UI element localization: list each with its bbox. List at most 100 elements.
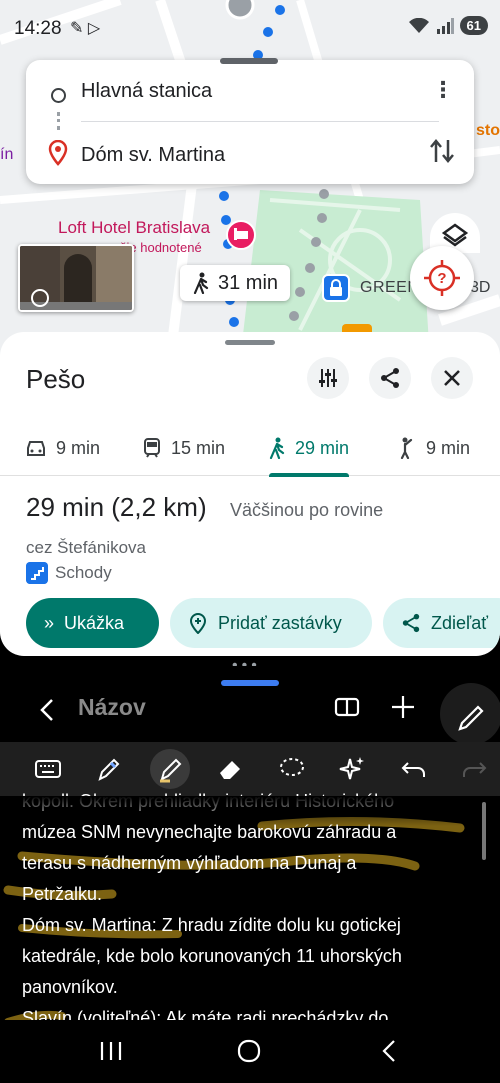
recent-apps-button[interactable] bbox=[94, 1036, 128, 1066]
destination-field[interactable]: Dóm sv. Martina bbox=[26, 130, 474, 180]
sheet-title: Pešo bbox=[26, 364, 86, 394]
share-icon bbox=[381, 368, 399, 388]
add-stops-label: Pridať zastávky bbox=[218, 612, 342, 633]
tab-car[interactable]: 9 min bbox=[26, 420, 100, 476]
recents-icon bbox=[100, 1042, 122, 1060]
tab-walk-label: 29 min bbox=[295, 437, 350, 458]
origin-field[interactable]: Hlavná stanica bbox=[26, 66, 474, 116]
tab-transit[interactable]: 15 min bbox=[143, 420, 225, 476]
map-view[interactable]: sto ín Loft Hotel Bratislava šie hodnote… bbox=[0, 0, 500, 360]
car-icon bbox=[27, 441, 45, 456]
lasso-tool[interactable] bbox=[276, 753, 308, 785]
back-icon bbox=[40, 699, 53, 721]
home-icon bbox=[237, 1039, 261, 1063]
close-icon bbox=[444, 370, 460, 386]
note-line: Petržalku. bbox=[22, 884, 103, 904]
map-label-orange: sto bbox=[476, 122, 500, 139]
route-via: cez Štefánikova bbox=[26, 538, 147, 557]
map-label-purple: ín bbox=[0, 146, 14, 163]
route-search-card: Hlavná stanica Dóm sv. Martina ⋮ bbox=[26, 58, 474, 184]
location-unknown-icon: ? bbox=[424, 260, 460, 296]
share-route-button[interactable] bbox=[369, 357, 411, 399]
status-time: 14:28 bbox=[14, 18, 62, 39]
home-button[interactable] bbox=[232, 1036, 266, 1066]
preview-label: Ukážka bbox=[64, 612, 125, 633]
tab-rideshare[interactable]: 9 min bbox=[398, 420, 470, 476]
highlighter-icon bbox=[160, 758, 182, 783]
stairs-label: Schody bbox=[55, 563, 112, 582]
sheet-drag-handle[interactable] bbox=[225, 340, 275, 345]
hail-icon bbox=[400, 437, 413, 459]
eraser-tool[interactable] bbox=[214, 753, 246, 785]
keyboard-tool[interactable] bbox=[32, 753, 64, 785]
active-tab-indicator bbox=[269, 473, 350, 477]
tab-walk[interactable]: 29 min bbox=[269, 420, 350, 477]
add-stops-button[interactable]: Pridať zastávky bbox=[170, 598, 372, 648]
my-location-button[interactable]: ? bbox=[410, 246, 474, 310]
back-nav-icon bbox=[382, 1040, 395, 1062]
book-icon bbox=[334, 697, 360, 717]
note-line: terasu s nádherným výhľadom na Dunaj a bbox=[22, 853, 357, 873]
tab-rideshare-label: 9 min bbox=[426, 437, 471, 458]
notes-header: Názov bbox=[0, 686, 500, 742]
notes-app: Názov múzea SNM nevynechajte barokovú zá… bbox=[0, 666, 500, 1020]
share-button[interactable]: Zdieľať bbox=[383, 598, 500, 648]
plus-icon bbox=[392, 696, 414, 718]
pen-tool[interactable] bbox=[92, 753, 124, 785]
close-button[interactable] bbox=[431, 357, 473, 399]
directions-sheet: Pešo 9 min 15 min 29 min 9 min 29 min (2… bbox=[0, 332, 500, 656]
add-button[interactable] bbox=[386, 690, 420, 724]
note-line: Slavín (voliteľné): Ak máte radi prechád… bbox=[22, 1008, 389, 1020]
add-location-icon bbox=[189, 612, 207, 634]
swap-icon[interactable] bbox=[428, 136, 456, 166]
redo-button[interactable] bbox=[458, 753, 490, 785]
battery-indicator: 61 bbox=[459, 16, 488, 35]
card-handle[interactable] bbox=[220, 58, 278, 64]
lasso-icon bbox=[280, 758, 304, 776]
preview-icon: » bbox=[44, 612, 55, 633]
hotel-label[interactable]: Loft Hotel Bratislava bbox=[58, 218, 210, 238]
hotel-pin-icon[interactable] bbox=[226, 220, 256, 250]
undo-icon bbox=[401, 762, 425, 777]
status-notification-icons: ✎ ▷ bbox=[70, 20, 101, 37]
walk-time-bubble[interactable]: 31 min bbox=[180, 265, 290, 301]
highlighter-tool[interactable] bbox=[150, 749, 190, 789]
note-title[interactable]: Názov bbox=[78, 694, 146, 721]
walking-icon bbox=[269, 437, 285, 459]
share-icon bbox=[402, 613, 420, 633]
book-view-button[interactable] bbox=[330, 690, 364, 724]
signal-icon bbox=[436, 17, 454, 34]
note-line: katedrále, kde bolo korunovaných 11 uhor… bbox=[22, 946, 402, 966]
lock-pin-icon[interactable] bbox=[322, 274, 350, 302]
pen-icon bbox=[458, 705, 484, 731]
stairs-icon bbox=[26, 562, 48, 584]
undo-button[interactable] bbox=[398, 753, 430, 785]
eraser-icon bbox=[220, 761, 240, 779]
train-icon bbox=[144, 438, 160, 458]
more-options-icon[interactable]: ⋮ bbox=[432, 76, 454, 104]
origin-text: Hlavná stanica bbox=[81, 80, 213, 102]
system-nav-bar bbox=[0, 1020, 500, 1083]
preview-button[interactable]: » Ukážka bbox=[26, 598, 159, 648]
pen-mode-button[interactable] bbox=[440, 683, 500, 745]
route-summary: 29 min (2,2 km) bbox=[26, 492, 207, 522]
tab-car-label: 9 min bbox=[56, 437, 101, 458]
tune-icon bbox=[319, 369, 337, 387]
share-label: Zdieľať bbox=[431, 612, 489, 633]
back-nav-button[interactable] bbox=[372, 1036, 406, 1066]
text-fade bbox=[0, 796, 500, 826]
scrollbar[interactable] bbox=[482, 802, 486, 860]
route-options-button[interactable] bbox=[307, 357, 349, 399]
keyboard-icon bbox=[35, 760, 61, 778]
destination-pin-icon bbox=[48, 140, 68, 166]
sparkle-icon bbox=[339, 757, 364, 780]
back-button[interactable] bbox=[36, 692, 60, 728]
travel-mode-tabs: 9 min 15 min 29 min 9 min bbox=[0, 420, 500, 477]
redo-icon bbox=[463, 762, 487, 777]
status-bar: 14:28 ✎ ▷ 61 bbox=[0, 0, 500, 56]
ai-assist-tool[interactable] bbox=[336, 753, 368, 785]
stairs-warning: Schody bbox=[26, 562, 112, 584]
street-view-thumbnail[interactable] bbox=[18, 244, 134, 312]
note-body[interactable]: kopoll. Okrem prehliadky interiéru Histo… bbox=[22, 791, 472, 1020]
route-connector bbox=[57, 112, 60, 130]
